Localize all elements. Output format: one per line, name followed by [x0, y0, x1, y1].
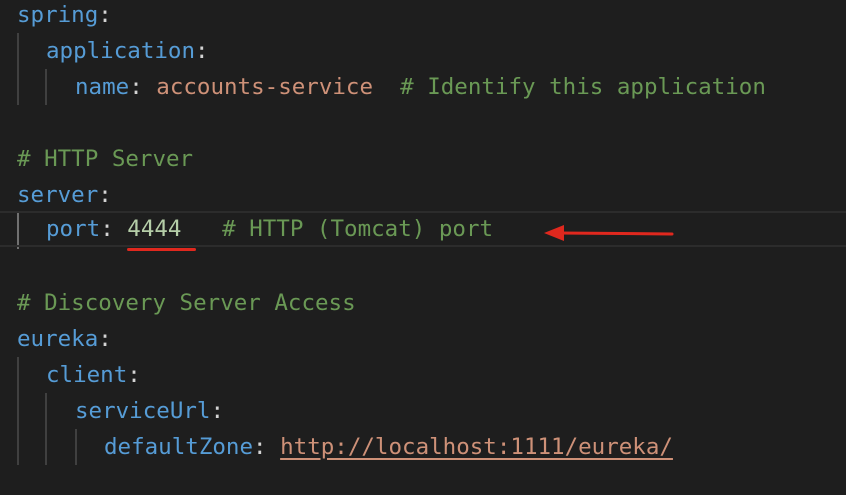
yaml-colon: :	[129, 74, 157, 100]
code-line-port[interactable]: port: 4444 # HTTP (Tomcat) port	[0, 211, 846, 247]
yaml-key: server	[17, 182, 99, 208]
yaml-colon: :	[98, 326, 112, 352]
yaml-colon: :	[98, 2, 112, 28]
yaml-number-value: 4444	[127, 216, 182, 242]
code-line-comment-discovery[interactable]: # Discovery Server Access	[0, 285, 846, 321]
yaml-colon: :	[195, 38, 209, 64]
code-line-server[interactable]: server:	[0, 177, 846, 213]
code-line-defaultzone[interactable]: defaultZone: http://localhost:1111/eurek…	[0, 429, 846, 465]
yaml-colon: :	[98, 182, 112, 208]
code-line-name[interactable]: name: accounts-service # Identify this a…	[0, 69, 846, 105]
url-link[interactable]: http://localhost:1111/eureka/	[280, 434, 673, 460]
yaml-comment: # HTTP (Tomcat) port	[181, 216, 494, 242]
yaml-comment: # Identify this application	[373, 74, 766, 100]
yaml-colon: :	[100, 216, 128, 242]
yaml-key: spring	[17, 2, 99, 28]
code-line-client[interactable]: client:	[0, 357, 846, 393]
code-line-eureka[interactable]: eureka:	[0, 321, 846, 357]
highlight-underline	[127, 248, 196, 251]
yaml-key: defaultZone	[104, 434, 254, 460]
yaml-colon: :	[210, 398, 225, 424]
yaml-comment: # Discovery Server Access	[17, 290, 356, 316]
yaml-colon: :	[127, 362, 141, 388]
yaml-colon: :	[253, 434, 281, 460]
yaml-key: serviceUrl	[75, 398, 211, 424]
yaml-string-value: accounts-service	[156, 74, 374, 100]
yaml-comment: # HTTP Server	[17, 146, 194, 172]
code-line-comment-http[interactable]: # HTTP Server	[0, 141, 846, 177]
yaml-key: eureka	[17, 326, 99, 352]
yaml-key: port	[46, 216, 101, 242]
code-line-application[interactable]: application:	[0, 33, 846, 69]
code-line-spring[interactable]: spring:	[0, 0, 846, 33]
yaml-key: name	[75, 74, 130, 100]
left-arrow-icon	[544, 225, 674, 241]
code-line-serviceurl[interactable]: serviceUrl:	[0, 393, 846, 429]
yaml-key: client	[46, 362, 128, 388]
code-editor[interactable]: spring: application: name: accounts-serv…	[0, 0, 846, 495]
yaml-key: application	[46, 38, 196, 64]
